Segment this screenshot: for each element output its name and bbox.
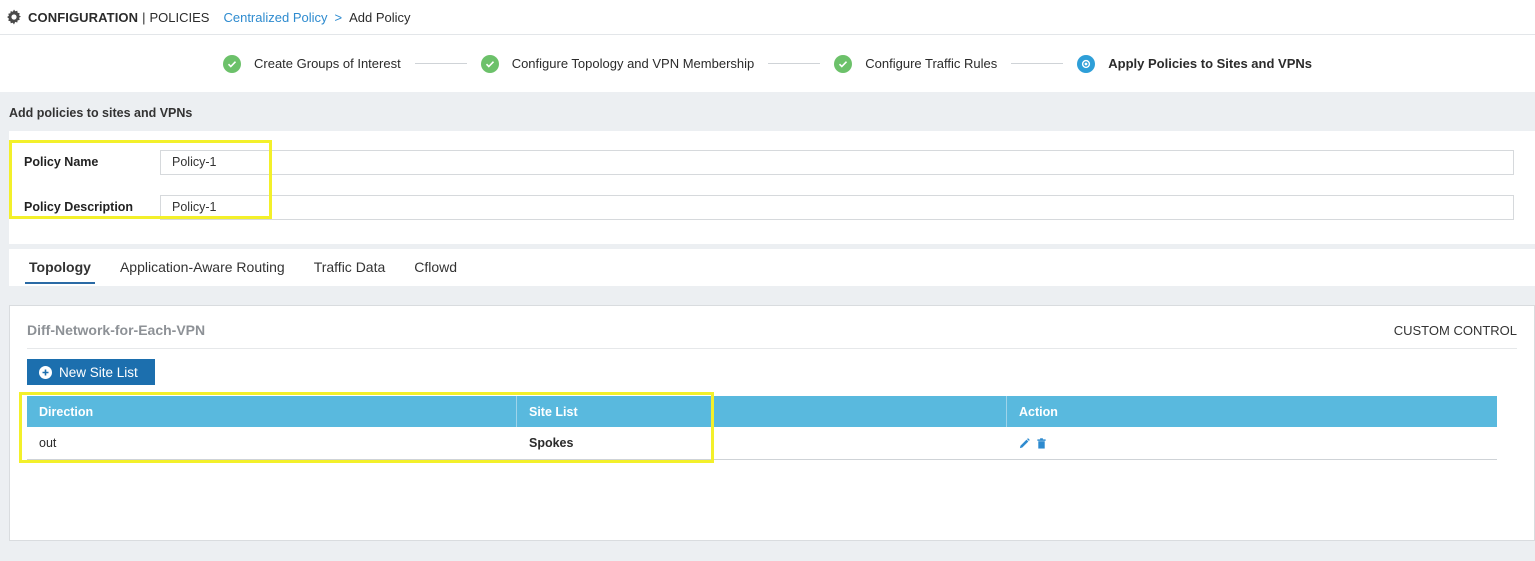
check-circle-icon xyxy=(834,54,853,73)
column-header-direction: Direction xyxy=(27,396,517,427)
wizard-stepper: Create Groups of Interest Configure Topo… xyxy=(0,34,1535,92)
column-header-action: Action xyxy=(1019,404,1058,419)
breadcrumb-arrow: > xyxy=(334,9,343,25)
direction-cell: out xyxy=(39,436,57,450)
step-connector xyxy=(768,63,821,64)
edit-pencil-icon[interactable] xyxy=(1019,437,1030,449)
table-row: out Spokes xyxy=(27,427,1497,460)
action-cell xyxy=(1007,427,1497,459)
trash-icon[interactable] xyxy=(1036,437,1047,449)
step-connector xyxy=(414,63,467,64)
step-label: Configure Traffic Rules xyxy=(865,56,998,71)
title-separator: | xyxy=(142,9,146,25)
topology-panel: Diff-Network-for-Each-VPN CUSTOM CONTROL… xyxy=(9,305,1535,541)
policy-name-input[interactable] xyxy=(160,149,1514,175)
gear-icon xyxy=(7,9,21,25)
top-bar: CONFIGURATION | POLICIES Centralized Pol… xyxy=(0,0,1535,34)
tab-topology[interactable]: Topology xyxy=(25,249,95,286)
step-label: Configure Topology and VPN Membership xyxy=(511,56,755,71)
new-site-list-label: New Site List xyxy=(59,364,138,380)
step-configure-traffic-rules[interactable]: Configure Traffic Rules xyxy=(834,54,998,73)
active-step-icon xyxy=(1077,54,1096,73)
step-label: Apply Policies to Sites and VPNs xyxy=(1108,56,1312,71)
plus-circle-icon xyxy=(39,365,52,379)
step-connector xyxy=(1011,63,1064,64)
table-header: Direction Site List Action xyxy=(27,396,1497,427)
section-label: Add policies to sites and VPNs xyxy=(9,106,193,120)
policy-title: Diff-Network-for-Each-VPN xyxy=(27,322,206,338)
policies-title: POLICIES xyxy=(149,9,210,25)
new-site-list-button[interactable]: New Site List xyxy=(27,359,155,385)
column-header-site-list: Site List xyxy=(517,396,1007,427)
step-apply-policies[interactable]: Apply Policies to Sites and VPNs xyxy=(1077,54,1312,73)
policy-description-input[interactable] xyxy=(160,194,1514,220)
site-list-cell: Spokes xyxy=(529,436,574,450)
policy-description-row: Policy Description xyxy=(9,194,1535,220)
breadcrumb-centralized-policy[interactable]: Centralized Policy xyxy=(223,10,327,25)
tab-traffic-data[interactable]: Traffic Data xyxy=(314,249,386,286)
policy-name-row: Policy Name xyxy=(9,149,1535,175)
breadcrumb-add-policy: Add Policy xyxy=(349,9,411,25)
step-configure-topology[interactable]: Configure Topology and VPN Membership xyxy=(480,54,755,73)
site-list-table: Direction Site List Action out Spokes xyxy=(27,396,1497,460)
row-actions xyxy=(1019,437,1047,449)
policy-tabs: Topology Application-Aware Routing Traff… xyxy=(9,249,1535,286)
tab-application-aware-routing[interactable]: Application-Aware Routing xyxy=(120,249,285,286)
step-create-groups[interactable]: Create Groups of Interest xyxy=(223,54,401,73)
check-circle-icon xyxy=(480,54,499,73)
config-title: CONFIGURATION xyxy=(28,9,139,25)
divider xyxy=(27,348,1517,349)
step-label: Create Groups of Interest xyxy=(254,56,401,71)
custom-control-label: CUSTOM CONTROL xyxy=(1393,323,1517,338)
policy-name-label: Policy Name xyxy=(24,155,99,169)
tab-cflowd[interactable]: Cflowd xyxy=(414,249,457,286)
policy-description-label: Policy Description xyxy=(24,200,134,214)
policy-form: Policy Name Policy Description xyxy=(9,131,1535,244)
check-circle-icon xyxy=(223,54,241,73)
